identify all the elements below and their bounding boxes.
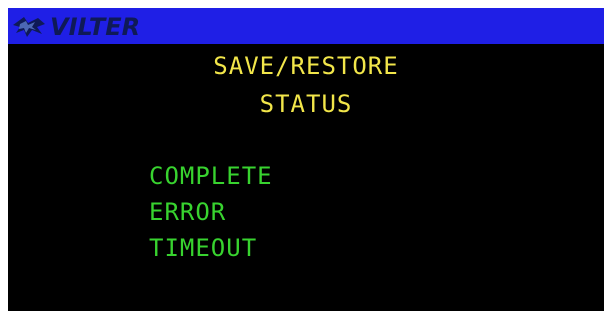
display-screen: VILTER SAVE/RESTORE STATUS COMPLETE ERRO… xyxy=(8,8,604,311)
page-title-line-2: STATUS xyxy=(259,90,353,118)
vilter-logo-icon xyxy=(12,15,46,39)
vilter-logo: VILTER xyxy=(12,13,140,41)
status-item-timeout[interactable]: TIMEOUT xyxy=(149,230,273,266)
header-bar: VILTER xyxy=(8,8,604,44)
status-item-error[interactable]: ERROR xyxy=(149,194,273,230)
status-item-complete[interactable]: COMPLETE xyxy=(149,158,273,194)
status-list: COMPLETE ERROR TIMEOUT xyxy=(149,158,273,266)
vilter-logo-text: VILTER xyxy=(50,13,141,41)
page-title-line-1: SAVE/RESTORE xyxy=(213,52,399,80)
